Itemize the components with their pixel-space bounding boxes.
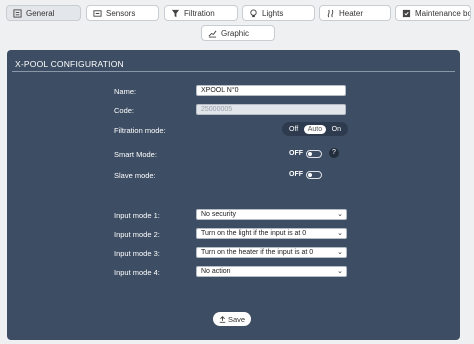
- input-mode-3-label: Input mode 3:: [114, 249, 160, 258]
- tab-sensors[interactable]: Sensors: [86, 5, 159, 21]
- book-icon: [402, 9, 411, 18]
- input-mode-2-label: Input mode 2:: [114, 230, 160, 239]
- heater-icon: [326, 9, 335, 18]
- input-mode-1-select[interactable]: No security ⌄: [196, 209, 347, 220]
- toggle-knob: [308, 173, 312, 177]
- slave-mode-state: OFF: [289, 171, 303, 178]
- bulb-icon: [249, 8, 258, 18]
- filtration-option-auto[interactable]: Auto: [303, 124, 327, 134]
- tab-graphic[interactable]: Graphic: [201, 25, 275, 41]
- tab-maintenance-book[interactable]: Maintenance book: [395, 5, 471, 21]
- name-label: Name:: [114, 87, 137, 96]
- tab-filtration[interactable]: Filtration: [164, 5, 238, 21]
- toggle-knob: [308, 152, 312, 156]
- input-mode-3-select[interactable]: Turn on the heater if the input is at 0 …: [196, 247, 347, 258]
- smart-mode-label: Smart Mode:: [114, 150, 157, 159]
- sensor-icon: [93, 9, 102, 18]
- code-label: Code:: [114, 106, 135, 115]
- chart-icon: [208, 29, 217, 38]
- chevron-down-icon: ⌄: [337, 211, 343, 218]
- input-mode-1-label: Input mode 1:: [114, 211, 160, 220]
- smart-mode-state: OFF: [289, 150, 303, 157]
- panel-title: X-POOL CONFIGURATION: [15, 59, 124, 69]
- help-icon[interactable]: ?: [329, 148, 339, 158]
- tab-maintenance-book-label: Maintenance book: [415, 8, 470, 18]
- tab-heater[interactable]: Heater: [319, 5, 391, 21]
- tab-sensors-label: Sensors: [106, 8, 136, 18]
- sliders-icon: [13, 8, 22, 18]
- name-input[interactable]: [196, 85, 346, 96]
- filtration-mode-selector[interactable]: Off Auto On: [282, 122, 348, 136]
- tab-general-label: General: [26, 8, 55, 18]
- upload-icon: [219, 315, 226, 323]
- panel-divider: [12, 71, 455, 72]
- slave-mode-label: Slave mode:: [114, 171, 156, 180]
- save-button-label: Save: [227, 314, 246, 324]
- tab-lights[interactable]: Lights: [242, 5, 315, 21]
- chevron-down-icon: ⌄: [337, 230, 343, 237]
- save-button[interactable]: Save: [213, 312, 251, 326]
- filtration-option-on[interactable]: On: [328, 125, 345, 134]
- input-mode-4-label: Input mode 4:: [114, 268, 160, 277]
- tab-lights-label: Lights: [262, 8, 284, 18]
- input-mode-4-select[interactable]: No action ⌄: [196, 266, 347, 277]
- input-mode-3-value: Turn on the heater if the input is at 0: [201, 249, 314, 256]
- input-mode-2-select[interactable]: Turn on the light if the input is at 0 ⌄: [196, 228, 347, 239]
- tab-graphic-label: Graphic: [221, 28, 250, 38]
- filter-icon: [171, 9, 180, 18]
- chevron-down-icon: ⌄: [337, 268, 343, 275]
- code-input: [196, 104, 346, 115]
- slave-mode-toggle[interactable]: [306, 171, 322, 179]
- input-mode-4-value: No action: [201, 268, 231, 275]
- tab-general[interactable]: General: [6, 5, 81, 21]
- chevron-down-icon: ⌄: [337, 249, 343, 256]
- input-mode-1-value: No security: [201, 211, 237, 218]
- tab-heater-label: Heater: [339, 8, 364, 18]
- smart-mode-toggle[interactable]: [306, 150, 322, 158]
- filtration-option-off[interactable]: Off: [285, 125, 302, 134]
- filtration-mode-label: Filtration mode:: [114, 126, 166, 135]
- input-mode-2-value: Turn on the light if the input is at 0: [201, 230, 307, 237]
- tab-filtration-label: Filtration: [184, 8, 215, 18]
